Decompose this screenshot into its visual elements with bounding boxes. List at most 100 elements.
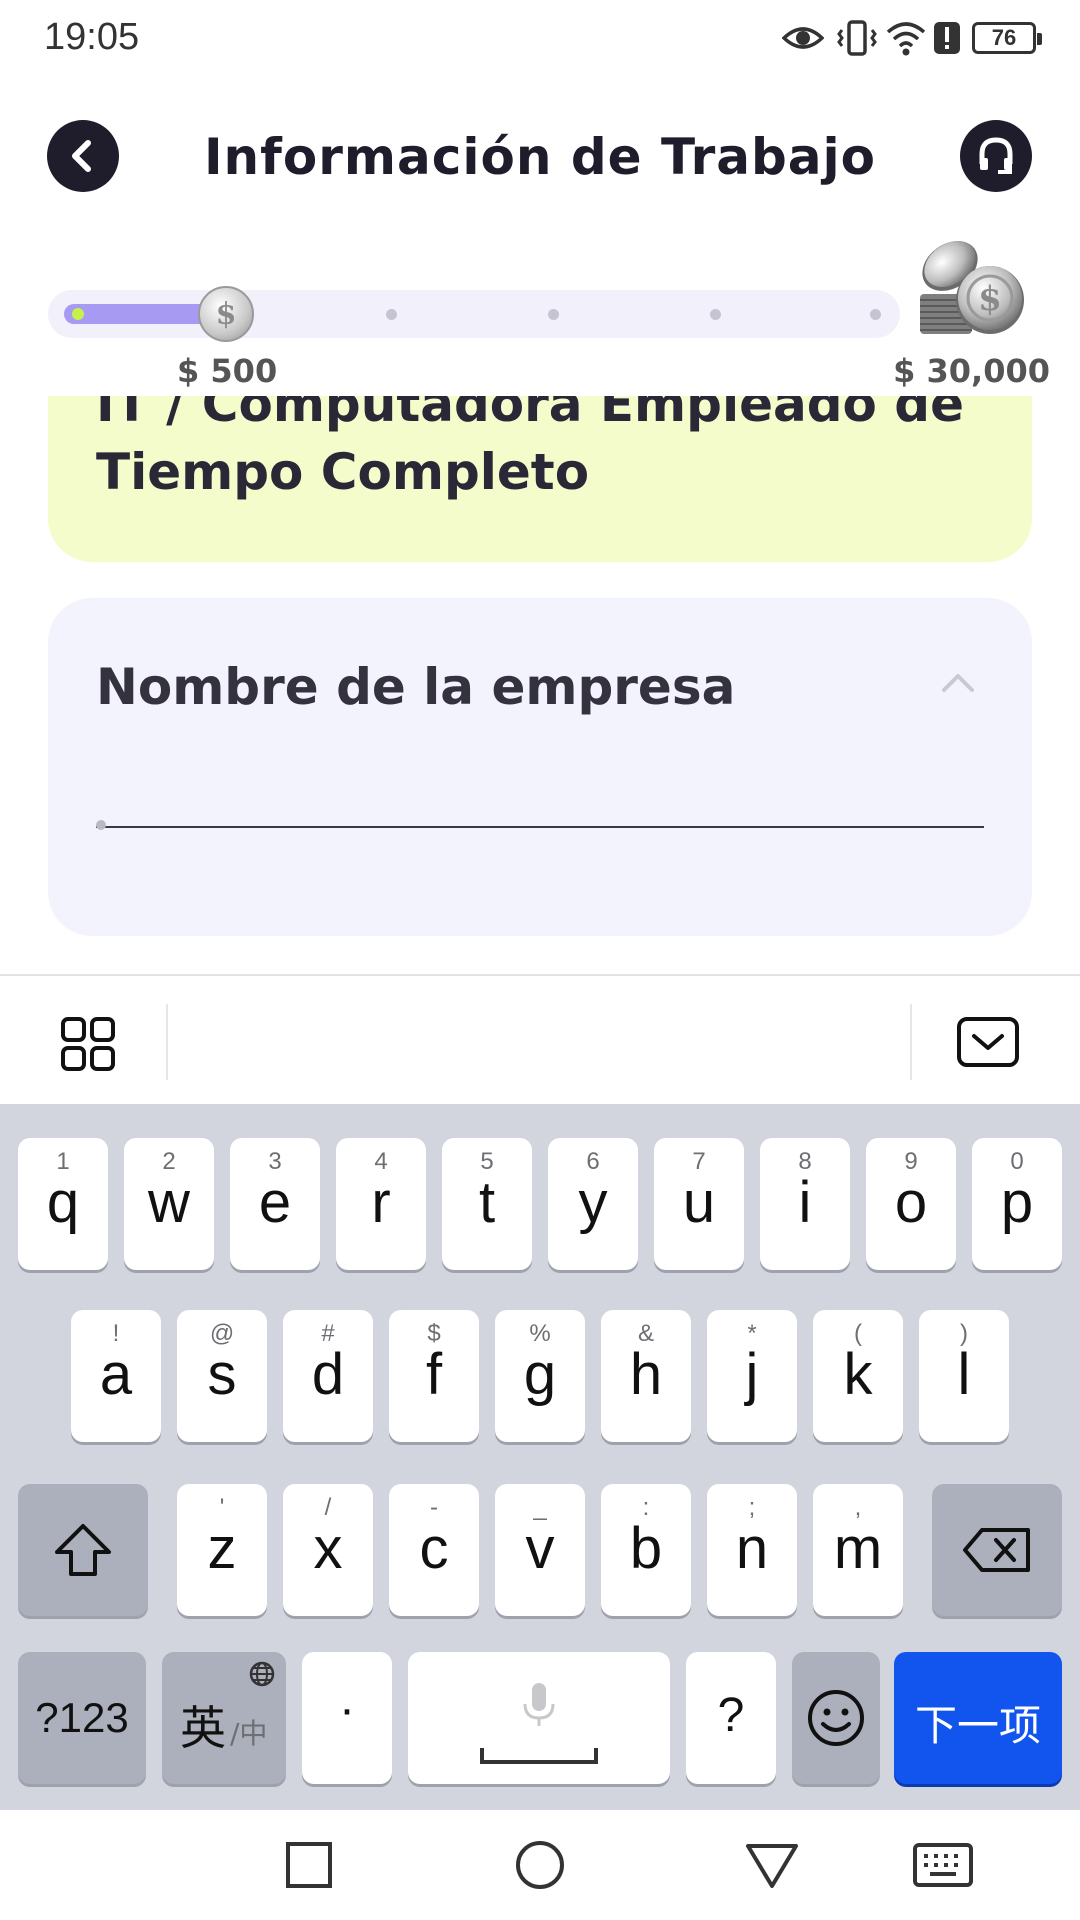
key-label: y xyxy=(578,1170,608,1235)
progress-start-dot xyxy=(72,308,84,320)
key-label: k xyxy=(843,1342,873,1407)
keyboard-toolbar xyxy=(0,974,1080,1104)
key-label: t xyxy=(478,1170,496,1235)
smiley-icon xyxy=(808,1690,864,1746)
vibrate-icon xyxy=(837,20,877,56)
key-j[interactable]: * j xyxy=(707,1310,797,1442)
system-nav-bar xyxy=(0,1810,1080,1920)
key-m[interactable]: ,m xyxy=(813,1484,903,1616)
period-key[interactable]: · xyxy=(302,1652,392,1784)
status-bar: 19:05 76 xyxy=(0,0,1080,78)
support-button[interactable] xyxy=(960,120,1032,192)
shift-key[interactable] xyxy=(18,1484,148,1616)
back-button[interactable] xyxy=(47,120,119,192)
coin-stack-icon: $ xyxy=(920,241,1024,334)
circle-icon[interactable] xyxy=(514,1839,566,1891)
company-name-label: Nombre de la empresa xyxy=(96,658,736,716)
key-label: g xyxy=(523,1342,557,1407)
key-p[interactable]: 0p xyxy=(972,1138,1062,1270)
key-o[interactable]: 9o xyxy=(866,1138,956,1270)
key-y[interactable]: 6y xyxy=(548,1138,638,1270)
headset-icon xyxy=(979,137,1013,174)
key-label: c xyxy=(419,1516,449,1581)
key-label: m xyxy=(833,1516,883,1581)
key-r[interactable]: 4r xyxy=(336,1138,426,1270)
toolbar-divider xyxy=(910,1004,912,1080)
loan-progress-track: $ xyxy=(48,286,900,342)
chevron-up-icon[interactable] xyxy=(940,670,976,694)
dollar-coin-icon: $ xyxy=(198,286,254,342)
key-s[interactable]: @ s xyxy=(177,1310,267,1442)
grid-icon[interactable] xyxy=(60,1016,116,1072)
progress-step-dot xyxy=(548,309,559,320)
language-key[interactable]: 英 /中 xyxy=(162,1652,286,1784)
key-f[interactable]: $ f xyxy=(389,1310,479,1442)
svg-text:$: $ xyxy=(978,279,1002,319)
key-n[interactable]: ; n xyxy=(707,1484,797,1616)
symbols-key[interactable]: ?123 xyxy=(18,1652,146,1784)
key-label: e xyxy=(258,1170,292,1235)
key-u[interactable]: 7u xyxy=(654,1138,744,1270)
progress-step-dot xyxy=(870,309,881,320)
keyboard-icon[interactable] xyxy=(912,1842,974,1888)
chevron-left-icon xyxy=(72,140,91,172)
key-label: q xyxy=(46,1170,80,1235)
key-k[interactable]: (k xyxy=(813,1310,903,1442)
progress-step-dot xyxy=(386,309,397,320)
status-time: 19:05 xyxy=(44,16,140,58)
key-label: s xyxy=(207,1342,237,1407)
key-w[interactable]: 2w xyxy=(124,1138,214,1270)
next-key-label: 下一项 xyxy=(914,1701,1041,1750)
keyboard-hide-icon[interactable] xyxy=(956,1016,1020,1068)
key-l[interactable]: ) l xyxy=(919,1310,1009,1442)
key-label: u xyxy=(682,1170,716,1235)
space-bar-icon xyxy=(480,1748,598,1764)
language-key-sub: /中 xyxy=(230,1717,268,1750)
wifi-icon xyxy=(886,22,926,56)
triangle-icon[interactable] xyxy=(744,1840,800,1890)
question-key-label: ? xyxy=(717,1689,745,1742)
square-icon[interactable] xyxy=(284,1840,334,1890)
key-label: w xyxy=(148,1170,190,1235)
question-key[interactable]: ? xyxy=(686,1652,776,1784)
backspace-icon xyxy=(963,1528,1030,1572)
key-label: f xyxy=(425,1342,443,1407)
key-t[interactable]: 5t xyxy=(442,1138,532,1270)
loan-min-amount: $ 500 xyxy=(177,352,278,390)
backspace-key[interactable] xyxy=(932,1484,1062,1616)
loan-progress-fill xyxy=(64,304,220,324)
key-label: r xyxy=(371,1170,391,1235)
next-key[interactable]: 下一项 xyxy=(894,1652,1062,1784)
key-label: a xyxy=(99,1342,133,1407)
key-b[interactable]: :b xyxy=(601,1484,691,1616)
alert-icon xyxy=(934,22,960,54)
key-a[interactable]: ! a xyxy=(71,1310,161,1442)
key-label: x xyxy=(313,1516,343,1581)
key-label: b xyxy=(629,1516,663,1581)
company-name-input[interactable] xyxy=(96,748,984,828)
key-label: n xyxy=(735,1516,769,1581)
language-key-main: 英 xyxy=(180,1701,226,1755)
space-key[interactable] xyxy=(408,1652,670,1784)
page-title: Información de Trabajo xyxy=(203,128,877,186)
key-label: l xyxy=(957,1342,971,1407)
microphone-icon xyxy=(523,1683,555,1726)
progress-step-dot xyxy=(710,309,721,320)
input-cursor-dot xyxy=(96,820,106,830)
shift-arrow-icon xyxy=(55,1524,111,1576)
key-g[interactable]: % g xyxy=(495,1310,585,1442)
period-key-label: · xyxy=(339,1683,355,1736)
emoji-key[interactable] xyxy=(792,1652,880,1784)
key-x[interactable]: / x xyxy=(283,1484,373,1616)
key-i[interactable]: 8i xyxy=(760,1138,850,1270)
key-e[interactable]: 3e xyxy=(230,1138,320,1270)
key-h[interactable]: & h xyxy=(601,1310,691,1442)
key-q[interactable]: 1q xyxy=(18,1138,108,1270)
key-c[interactable]: -c xyxy=(389,1484,479,1616)
eye-icon xyxy=(782,27,824,49)
key-z[interactable]: ' z xyxy=(177,1484,267,1616)
key-label: j xyxy=(745,1342,759,1407)
key-d[interactable]: # d xyxy=(283,1310,373,1442)
battery-icon: 76 xyxy=(972,22,1042,54)
key-v[interactable]: _ v xyxy=(495,1484,585,1616)
